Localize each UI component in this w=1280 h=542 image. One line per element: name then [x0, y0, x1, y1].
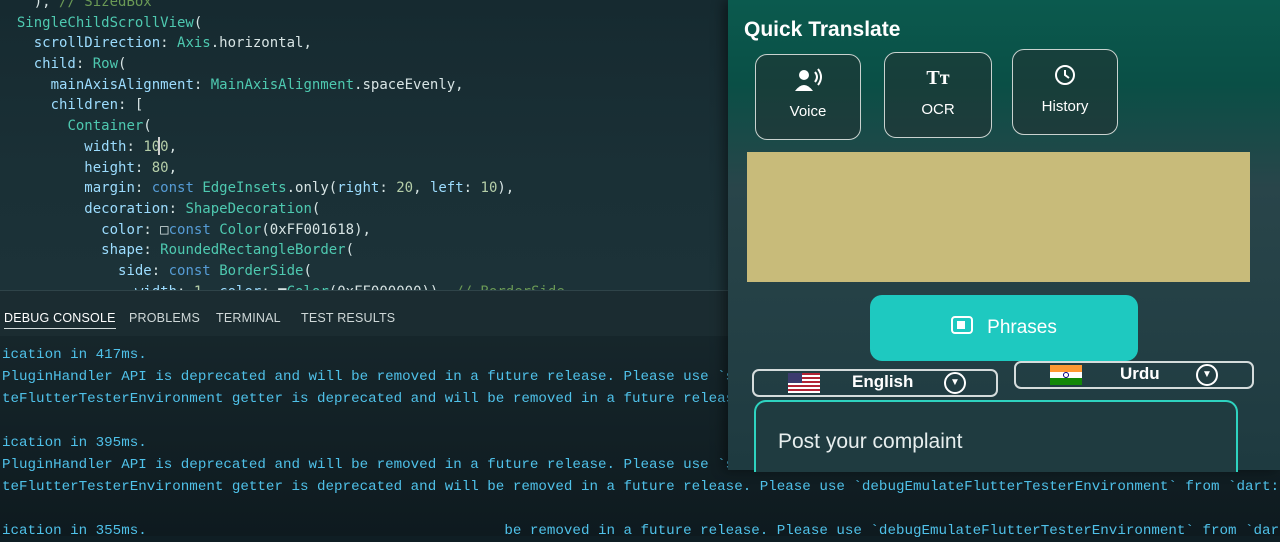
india-flag-icon [1050, 365, 1082, 385]
tab-problems[interactable]: PROBLEMS [129, 311, 200, 325]
app-title: Quick Translate [744, 18, 901, 41]
chevron-down-icon: ▼ [944, 372, 966, 394]
console-line: ication in 417ms. [2, 347, 147, 363]
code-line: color: □const Color(0xFF001618), [101, 221, 371, 238]
phrases-label: Phrases [987, 317, 1057, 338]
code-line: children: [ [50, 97, 144, 114]
tab-debug-console[interactable]: DEBUG CONSOLE [4, 311, 116, 329]
code-line: scrollDirection: Axis.horizontal, [33, 35, 312, 52]
complaint-placeholder: Post your complaint [778, 430, 963, 453]
voice-button[interactable]: Voice [755, 54, 861, 140]
source-language-label: English [852, 372, 914, 391]
tab-terminal[interactable]: TERMINAL [216, 311, 281, 325]
voice-label: Voice [789, 103, 827, 120]
console-line: ication in 395ms. [2, 435, 147, 451]
code-line: shape: RoundedRectangleBorder( [101, 242, 355, 259]
code-lines: ), // SizedBox SingleChildScrollView( sc… [0, 0, 565, 302]
source-language-select[interactable]: English ▼ [752, 369, 998, 397]
code-line: decoration: ShapeDecoration( [84, 200, 321, 217]
console-line: teFlutterTesterEnvironment getter is dep… [2, 479, 1280, 495]
code-line: SingleChildScrollView( [16, 14, 203, 31]
code-line: Container( [67, 118, 152, 135]
ocr-icon: Tт [926, 67, 950, 89]
console-line: PluginHandler API is deprecated and will… [2, 369, 735, 385]
target-language-label: Urdu [1120, 364, 1160, 383]
text-cursor [158, 137, 168, 155]
translation-output-box[interactable] [747, 152, 1250, 282]
code-editor[interactable]: ), // SizedBox SingleChildScrollView( sc… [0, 0, 740, 300]
history-icon [1050, 62, 1080, 88]
console-line: PluginHandler API is deprecated and will… [2, 457, 735, 473]
complaint-field[interactable]: Post your complaint [754, 400, 1238, 472]
history-button[interactable]: History [1012, 49, 1118, 135]
us-flag-icon [788, 373, 820, 393]
code-line: child: Row( [33, 56, 127, 73]
ocr-label: OCR [921, 101, 955, 118]
phrases-icon [951, 316, 974, 340]
panel-tab-bar: DEBUG CONSOLE PROBLEMS TERMINAL TEST RES… [0, 290, 740, 337]
code-line: height: 80, [84, 159, 178, 176]
target-language-select[interactable]: Urdu ▼ [1014, 361, 1254, 389]
code-line: mainAxisAlignment: MainAxisAlignment.spa… [50, 76, 464, 93]
code-line: side: const BorderSide( [118, 262, 312, 279]
chevron-down-icon: ▼ [1196, 364, 1218, 386]
phrases-button[interactable]: Phrases [870, 295, 1138, 361]
emulator-screen: Quick Translate Voice Tт OCR History Phr… [728, 0, 1280, 472]
code-line: width: 100, [84, 138, 178, 155]
console-line: teFlutterTesterEnvironment getter is dep… [2, 391, 735, 407]
code-line: ), // SizedBox [0, 0, 152, 10]
ocr-button[interactable]: Tт OCR [884, 52, 992, 138]
code-line: margin: const EdgeInsets.only(right: 20,… [84, 180, 515, 197]
voice-icon [793, 67, 823, 93]
tab-test-results[interactable]: TEST RESULTS [301, 311, 395, 325]
console-line: ication in 355ms. be removed in a future… [2, 523, 1280, 539]
history-label: History [1041, 98, 1089, 115]
